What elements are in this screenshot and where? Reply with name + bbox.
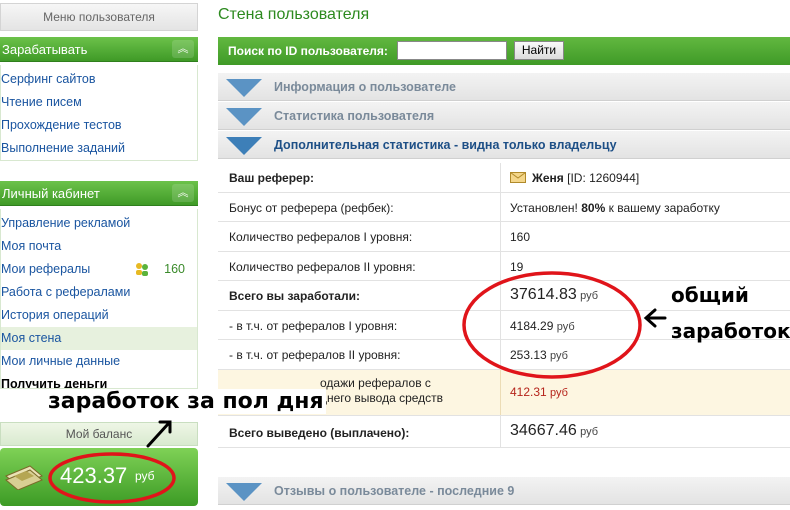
ref1-count-label: Количество рефералов I уровня: [229,230,413,244]
cabinet-section-body: Управление рекламой Моя почта Мои рефера… [0,209,198,389]
sidebar-item-withdraw[interactable]: Получить деньги [1,373,197,388]
table-row: Ваш реферер: Женя [ID: 1260944] [218,163,790,193]
sidebar: Меню пользователя Зарабатывать ︽ Серфинг… [0,0,198,510]
total-earned-value: 37614.83 руб [510,286,598,303]
total-withdrawn-value: 34667.46 руб [510,421,598,439]
sidebar-item-tests[interactable]: Прохождение тестов [1,114,197,137]
section-reviews[interactable]: Отзывы о пользователе - последние 9 [218,477,790,505]
sidebar-item-tasks[interactable]: Выполнение заданий [1,137,197,160]
section-user-stats[interactable]: Статистика пользователя [218,102,790,130]
annotation-half-day-earnings: заработок за пол дня [46,389,326,414]
ref1-count-value: 160 [510,230,531,244]
referrals-count: 160 [164,262,185,276]
earned-ref2-value: 253.13 руб [510,348,568,362]
section-reviews-label: Отзывы о пользователе - последние 9 [274,484,515,498]
earned-ref1-value: 4184.29 руб [510,318,575,333]
sidebar-item-history[interactable]: История операций [1,304,197,327]
annotation-total-line2: заработок [671,319,790,343]
balance-currency: руб [135,469,155,483]
sidebar-item-ref-work[interactable]: Работа с рефералами [1,281,197,304]
sidebar-item-mail[interactable]: Моя почта [1,235,197,258]
sidebar-item-personal-data[interactable]: Мои личные данные [1,350,197,373]
balance-title: Мой баланс [0,422,198,446]
earned-ref1-label: - в т.ч. от рефералов I уровня: [229,318,398,333]
search-bar: Поиск по ID пользователя: Найти [218,37,790,65]
balance-box: 423.37 руб [0,448,198,506]
envelope-icon[interactable] [510,172,526,183]
table-row: - в т.ч. от рефералов II уровня: 253.13 … [218,340,790,370]
section-user-info[interactable]: Информация о пользователе [218,73,790,101]
bonus-label: Бонус от реферера (рефбек): [229,200,394,215]
earned-ref2-label: - в т.ч. от рефералов II уровня: [229,348,401,362]
earn-section-body: Серфинг сайтов Чтение писем Прохождение … [0,65,198,161]
sidebar-item-read-mail[interactable]: Чтение писем [1,91,197,114]
sidebar-item-surfing[interactable]: Серфинг сайтов [1,68,197,91]
referrals-icon [136,263,148,276]
total-earned-label: Всего вы заработали: [229,289,360,303]
referrer-name[interactable]: Женя [532,171,564,185]
section-extra-stats-label: Дополнительная статистика - видна только… [274,138,617,152]
chevron-down-icon [226,483,262,501]
collapse-icon[interactable]: ︽ [172,184,194,202]
balance-value: 423.37 [60,463,128,488]
sidebar-item-my-wall[interactable]: Моя стена [1,327,197,350]
collapse-icon[interactable]: ︽ [172,40,194,58]
search-label: Поиск по ID пользователя: [228,44,388,58]
cabinet-section-title: Личный кабинет [2,186,100,201]
chevron-down-icon [226,79,262,97]
section-user-stats-label: Статистика пользователя [274,109,435,123]
referrer-value: Женя [ID: 1260944] [510,171,639,185]
earn-section-title: Зарабатывать [2,42,88,57]
earn-section-header[interactable]: Зарабатывать ︽ [0,37,198,62]
chevron-down-icon [226,137,262,155]
find-button[interactable]: Найти [514,41,564,60]
annotation-total-line1: общий [671,283,749,307]
referrer-label: Ваш реферер: [229,171,315,185]
referral-sales-label: одажи рефералов с днего вывода средств [320,375,444,405]
table-row: Бонус от реферера (рефбек): Установлен! … [218,192,790,222]
section-user-info-label: Информация о пользователе [274,80,457,94]
bonus-value: Установлен! 80% к вашему заработку [510,200,720,215]
ref2-count-label: Количество рефералов II уровня: [229,259,416,274]
user-menu-title: Меню пользователя [0,3,198,31]
page-title: Стена пользователя [218,6,370,23]
table-row: Количество рефералов I уровня: 160 [218,222,790,252]
sidebar-item-label: Мои рефералы [1,262,91,276]
chevron-down-icon [226,108,262,126]
money-icon [5,465,43,490]
table-row: Количество рефералов II уровня: 19 [218,251,790,281]
referral-sales-value: 412.31 руб [510,384,568,399]
ref2-count-value: 19 [510,259,524,274]
total-withdrawn-label: Всего выведено (выплачено): [229,425,410,440]
cabinet-section-header[interactable]: Личный кабинет ︽ [0,181,198,206]
table-row: Всего выведено (выплачено): 34667.46 руб [218,415,790,448]
section-extra-stats[interactable]: Дополнительная статистика - видна только… [218,131,790,159]
sidebar-item-referrals[interactable]: Мои рефералы 160 [1,258,197,281]
referrer-id: [ID: 1260944] [567,171,640,185]
sidebar-item-ads[interactable]: Управление рекламой [1,212,197,235]
search-input[interactable] [397,41,507,60]
